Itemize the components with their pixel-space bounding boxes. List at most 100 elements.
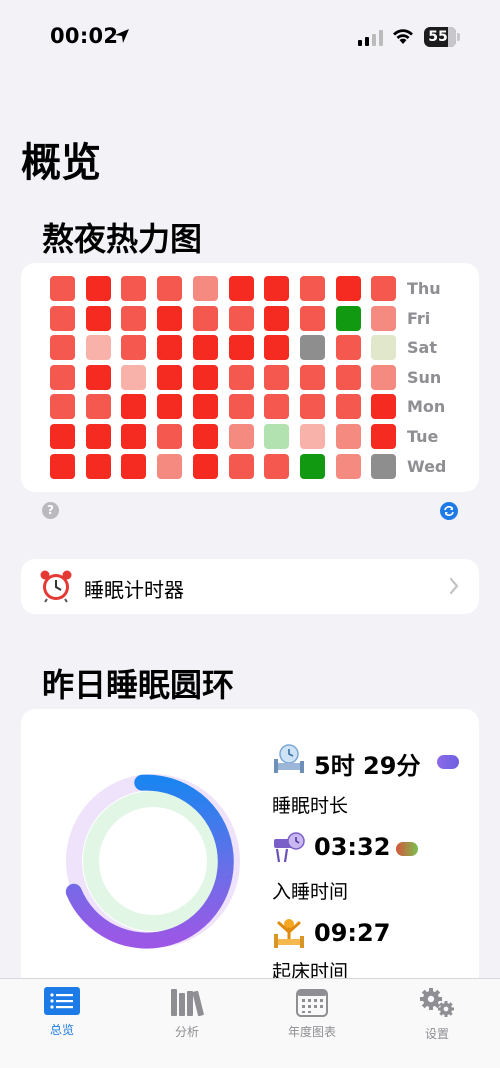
- sleep-timer-row[interactable]: 睡眠计时器: [21, 559, 479, 614]
- heatmap-cell: [192, 335, 218, 361]
- heatmap-cell: [192, 424, 218, 449]
- heatmap-cell: [85, 276, 111, 301]
- bedtime-icon: [274, 832, 305, 863]
- heatmap-cell: [50, 394, 75, 420]
- heatmap-cell: [264, 424, 290, 449]
- heatmap-cell: [335, 364, 361, 390]
- heatmap-cell: [192, 364, 218, 390]
- heatmap-cell: [228, 424, 254, 449]
- duration-legend-pill: [437, 755, 459, 769]
- heatmap-cell: [192, 394, 218, 420]
- battery-level: 55: [428, 29, 448, 45]
- sleep-duration-label: 睡眠时长: [272, 795, 349, 817]
- books-icon: [171, 989, 204, 1017]
- heatmap-cell: [264, 453, 290, 479]
- tab-settings-label: 设置: [424, 1027, 449, 1041]
- heatmap-cell: [335, 424, 361, 449]
- heatmap-cell: [299, 453, 325, 479]
- heatmap-cell: [85, 305, 111, 331]
- status-time: 00:02: [50, 24, 119, 48]
- alarm-clock-icon: [40, 570, 72, 603]
- help-icon[interactable]: ?: [42, 502, 59, 519]
- sleep-duration-value: 5时 29分: [314, 752, 421, 780]
- tab-annual-chart[interactable]: 年度图表: [267, 987, 357, 1040]
- heatmap-cell: [192, 276, 218, 301]
- heatmap-cell: [121, 276, 147, 301]
- location-arrow-icon: [115, 29, 129, 43]
- heatmap-cell: [50, 364, 75, 390]
- heatmap-cell: [50, 335, 75, 361]
- heatmap-cell: [371, 424, 397, 449]
- heatmap-cell: [299, 335, 325, 361]
- heatmap-cell: [121, 424, 147, 449]
- heatmap-day-label: Fri: [407, 308, 431, 328]
- bedtime-value: 03:32: [314, 833, 391, 861]
- calendar-icon: [296, 989, 328, 1017]
- heatmap-cell: [50, 453, 75, 479]
- heatmap-day-label: Sun: [407, 367, 442, 387]
- heatmap-cell: [157, 394, 183, 420]
- sleep-timer-label: 睡眠计时器: [84, 578, 184, 602]
- sleep-ring-title: 昨日睡眠圆环: [42, 666, 235, 704]
- bed-clock-icon: [274, 744, 304, 773]
- heatmap-cell: [299, 424, 325, 449]
- status-bar: 00:02 55: [0, 0, 500, 74]
- heatmap-cell: [121, 394, 147, 420]
- heatmap-cell: [121, 335, 147, 361]
- heatmap-cell: [264, 364, 290, 390]
- heatmap-cell: [371, 364, 397, 390]
- heatmap-cell: [85, 364, 111, 390]
- heatmap-cell: [192, 453, 218, 479]
- heatmap-cell: [228, 335, 254, 361]
- heatmap-cell: [192, 305, 218, 331]
- cellular-signal-icon: [358, 30, 383, 46]
- tab-overview-label: 总览: [49, 1023, 74, 1037]
- heatmap-card: Thu Fri Sat Sun Mon Tue Wed: [21, 263, 479, 492]
- heatmap-cell: [264, 276, 290, 301]
- heatmap-cell: [157, 276, 183, 301]
- bedtime-legend-pill: [396, 842, 418, 856]
- heatmap-cell: [371, 305, 397, 331]
- heatmap-cell: [228, 305, 254, 331]
- tab-bar: 总览 分析 年度图表 设置: [0, 978, 500, 1068]
- heatmap-cell: [335, 305, 361, 331]
- heatmap-cell: [335, 276, 361, 301]
- heatmap-day-label: Wed: [407, 456, 447, 476]
- heatmap-cell: [371, 335, 397, 361]
- heatmap-cell: [228, 364, 254, 390]
- heatmap-cell: [299, 305, 325, 331]
- heatmap-cell: [335, 394, 361, 420]
- heatmap-cell: [264, 394, 290, 420]
- tab-analysis[interactable]: 分析: [142, 987, 232, 1040]
- heatmap-cell: [157, 305, 183, 331]
- heatmap-cell: [157, 453, 183, 479]
- chevron-right-icon: [449, 577, 459, 595]
- heatmap-cell: [85, 394, 111, 420]
- heatmap-cell: [50, 276, 75, 301]
- tab-analysis-label: 分析: [174, 1025, 199, 1039]
- heatmap-cell: [85, 335, 111, 361]
- heatmap-day-label: Tue: [407, 427, 439, 446]
- heatmap-cell: [50, 305, 75, 331]
- heatmap-cell: [371, 394, 397, 420]
- heatmap-cell: [299, 364, 325, 390]
- tab-settings[interactable]: 设置: [392, 987, 482, 1042]
- tab-overview[interactable]: 总览: [17, 987, 107, 1038]
- heatmap-cell: [371, 453, 397, 479]
- heatmap-cell: [50, 424, 75, 449]
- refresh-icon[interactable]: [440, 502, 458, 520]
- gears-icon: [420, 988, 454, 1017]
- page-title: 概览: [21, 140, 101, 186]
- battery-icon: 55: [424, 27, 456, 47]
- heatmap-cell: [121, 305, 147, 331]
- heatmap-cell: [157, 335, 183, 361]
- wake-up-icon: [274, 919, 304, 948]
- heatmap-day-label: Sat: [407, 338, 437, 358]
- heatmap-day-label: Thu: [407, 279, 441, 298]
- heatmap-cell: [121, 364, 147, 390]
- sleep-ring-chart: [65, 774, 240, 949]
- heatmap-cell: [85, 424, 111, 449]
- heatmap-cell: [85, 453, 111, 479]
- heatmap-cell: [157, 364, 183, 390]
- heatmap-cell: [121, 453, 147, 479]
